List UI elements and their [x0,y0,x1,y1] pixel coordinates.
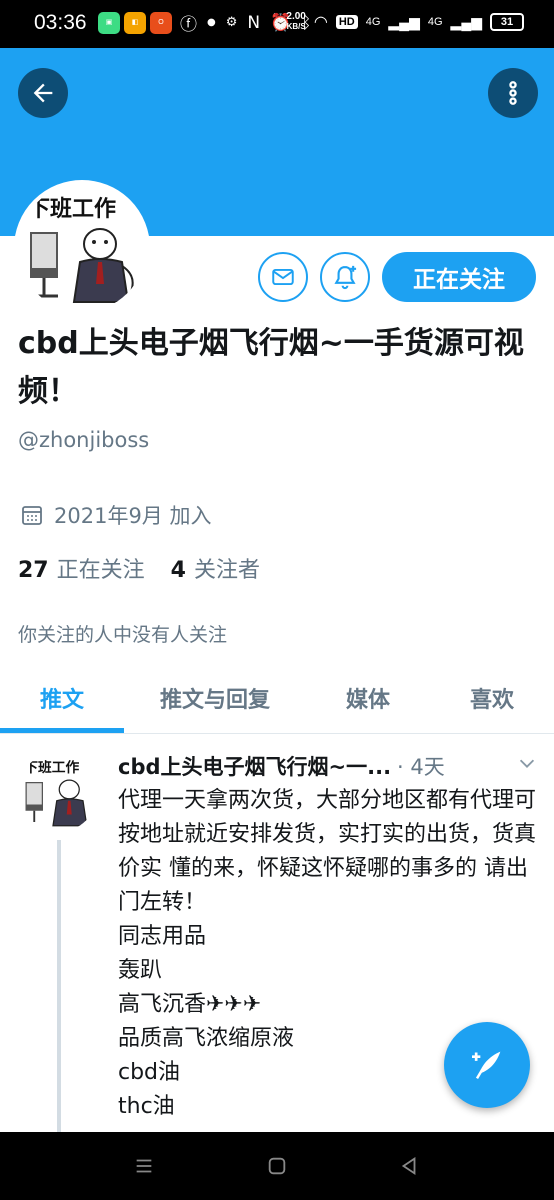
menu-lines-icon [136,1159,152,1173]
system-nav-bar [0,1132,554,1200]
nfc-icon: N [247,12,261,33]
svg-text:下班工作: 下班工作 [24,759,79,776]
tab-likes[interactable]: 喜欢 [430,662,554,734]
thread-line [57,840,61,1140]
more-vertical-icon [509,81,517,105]
mail-icon [272,268,294,286]
tweet-author[interactable]: cbd上头电子烟飞行烟~一... [118,751,391,781]
signal-label-1: 4G [365,16,381,28]
dot-icon: ● [207,17,216,28]
back-nav-button[interactable] [393,1150,425,1182]
profile-name: cbd上头电子烟飞行烟~一手货源可视频！ [18,326,524,409]
vpn-icon: ⚙ [225,15,238,30]
avatar-image: 下班工作 [18,752,98,832]
recent-apps-button[interactable] [128,1150,160,1182]
follow-stats: 27 正在关注 4 关注者 [18,552,260,584]
tab-tweets-and-replies[interactable]: 推文与回复 [124,662,306,734]
notifications-button[interactable] [320,252,370,302]
following-button[interactable]: 正在关注 [382,252,536,302]
tweet-line: 代理一天拿两次货，大部分地区都有代理可按地址就近安排发货，实打实的出货，货真价实… [118,788,537,915]
wifi-icon: ◠ [313,14,328,31]
signal-icon: ▂▄▆ [388,13,420,30]
bell-plus-icon [334,265,357,290]
compose-tweet-button[interactable] [444,1022,530,1108]
tweet-avatar[interactable]: 下班工作 [18,752,98,832]
mutual-followers-note: 你关注的人中没有人关注 [18,624,228,646]
calendar-icon [22,506,42,525]
following-stat[interactable]: 27 正在关注 [18,552,145,584]
tweet-line: 轰趴 [118,958,163,983]
following-count: 27 [18,558,49,583]
compose-feather-icon [472,1051,501,1079]
svg-text:下班工作: 下班工作 [28,197,116,222]
hd-icon: HD [335,15,358,29]
facebook-icon: ⓕ [180,15,197,35]
battery-icon: 31 [490,13,524,31]
square-icon [268,1157,286,1175]
signal-label-2: 4G [427,16,443,28]
followers-count: 4 [170,558,186,583]
following-label: 正在关注 [56,558,145,583]
tweet-line: 高飞沉香✈✈✈ [118,992,262,1017]
followers-stat[interactable]: 4 关注者 [171,552,260,584]
followers-label: 关注者 [193,558,260,583]
office-notification-icon: O [150,12,172,34]
tab-media[interactable]: 媒体 [306,662,430,734]
tab-tweets[interactable]: 推文 [0,662,124,734]
tweet-line: 同志用品 [118,924,207,949]
profile-avatar[interactable]: 下班工作 [14,180,150,316]
joined-date: 2021年9月 加入 [20,500,211,530]
status-right: 2.00 KB/S ◠ HD 4G ▂▄▆ 4G ▂▄▆ 31 [286,12,524,32]
arrow-left-icon [33,83,53,103]
network-speed: 2.00 KB/S [286,12,305,32]
triangle-back-icon [401,1156,416,1176]
joined-text: 2021年9月 加入 [54,504,212,528]
message-button[interactable] [258,252,308,302]
chevron-down-icon[interactable] [516,752,538,774]
tweet-header: cbd上头电子烟飞行烟~一... · 4天 [118,750,538,782]
back-button[interactable] [18,68,68,118]
app-notification-icon: ◧ [124,12,146,34]
app-notification-icon: ▣ [98,12,120,34]
network-speed-unit: KB/S [286,22,306,31]
profile-tabs: 推文 推文与回复 媒体 喜欢 [0,662,554,734]
status-time: 03:36 [34,11,87,34]
network-speed-value: 2.00 [286,11,306,22]
avatar-image: 下班工作 [18,184,146,312]
more-options-button[interactable] [488,68,538,118]
status-bar: 03:36 ▣ ◧ O ⓕ ● ⚙ N ⏰ ᛒ 2.00 KB/S ◠ HD 4… [0,0,554,48]
home-button[interactable] [261,1150,293,1182]
signal-icon: ▂▄▆ [450,13,482,30]
active-tab-indicator [0,728,124,733]
tweet-time: · 4天 [397,755,445,779]
profile-handle: @zhonjiboss [18,428,150,452]
